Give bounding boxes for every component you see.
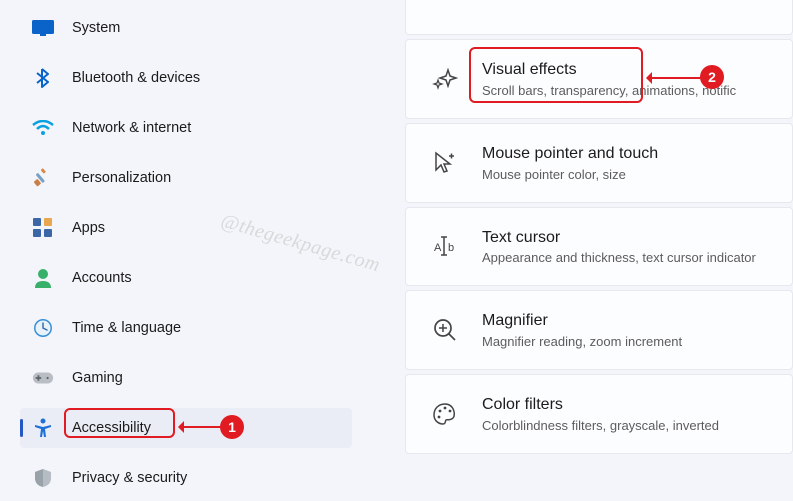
annotation-badge-1: 1	[220, 415, 244, 439]
sidebar-item-label: Apps	[72, 220, 105, 236]
sidebar-item-accessibility[interactable]: Accessibility	[20, 408, 352, 448]
sidebar-item-network[interactable]: Network & internet	[20, 108, 352, 148]
bluetooth-icon	[32, 67, 54, 89]
sidebar-item-system[interactable]: System	[20, 8, 352, 48]
sidebar-item-label: System	[72, 20, 120, 36]
svg-text:b: b	[448, 242, 454, 254]
accounts-icon	[32, 267, 54, 289]
sidebar-item-label: Accessibility	[72, 420, 151, 436]
card-desc: Magnifier reading, zoom increment	[482, 334, 682, 349]
sidebar-item-time[interactable]: Time & language	[20, 308, 352, 348]
sidebar-item-label: Privacy & security	[72, 470, 187, 486]
sidebar-item-bluetooth[interactable]: Bluetooth & devices	[20, 58, 352, 98]
sidebar-item-accounts[interactable]: Accounts	[20, 258, 352, 298]
sidebar-item-label: Bluetooth & devices	[72, 70, 200, 86]
sidebar-item-label: Time & language	[72, 320, 181, 336]
card-title: Text cursor	[482, 228, 756, 249]
main-content: Visual effects Scroll bars, transparency…	[365, 0, 793, 501]
card-magnifier[interactable]: Magnifier Magnifier reading, zoom increm…	[405, 290, 793, 370]
card-desc: Appearance and thickness, text cursor in…	[482, 250, 756, 265]
text-cursor-icon: Ab	[432, 233, 458, 259]
wifi-icon	[32, 117, 54, 139]
card-title: Magnifier	[482, 311, 682, 332]
cursor-icon	[432, 150, 458, 176]
card-title: Color filters	[482, 395, 719, 416]
sidebar-item-label: Personalization	[72, 170, 171, 186]
shield-icon	[32, 467, 54, 489]
card-mouse-pointer[interactable]: Mouse pointer and touch Mouse pointer co…	[405, 123, 793, 203]
paint-icon	[32, 167, 54, 189]
card-desc: Scroll bars, transparency, animations, n…	[482, 83, 736, 98]
apps-icon	[32, 217, 54, 239]
system-icon	[32, 17, 54, 39]
annotation-arrow-2	[647, 77, 701, 79]
sidebar-item-label: Network & internet	[72, 120, 191, 136]
palette-icon	[432, 401, 458, 427]
card-color-filters[interactable]: Color filters Colorblindness filters, gr…	[405, 374, 793, 454]
sidebar-item-personalization[interactable]: Personalization	[20, 158, 352, 198]
gaming-icon	[32, 367, 54, 389]
sidebar-item-gaming[interactable]: Gaming	[20, 358, 352, 398]
clock-icon	[32, 317, 54, 339]
card-title: Mouse pointer and touch	[482, 144, 658, 165]
card-desc: Mouse pointer color, size	[482, 167, 658, 182]
card-text-cursor[interactable]: Ab Text cursor Appearance and thickness,…	[405, 207, 793, 287]
annotation-badge-2: 2	[700, 65, 724, 89]
sidebar-item-apps[interactable]: Apps	[20, 208, 352, 248]
accessibility-icon	[32, 417, 54, 439]
card-visual-effects[interactable]: Visual effects Scroll bars, transparency…	[405, 39, 793, 119]
sidebar-item-privacy[interactable]: Privacy & security	[20, 458, 352, 498]
sparkle-icon	[432, 66, 458, 92]
svg-text:A: A	[434, 242, 442, 254]
sidebar-item-label: Gaming	[72, 370, 123, 386]
magnifier-icon	[432, 317, 458, 343]
sidebar-item-label: Accounts	[72, 270, 132, 286]
card-desc: Colorblindness filters, grayscale, inver…	[482, 418, 719, 433]
annotation-arrow-1	[179, 426, 221, 428]
card-text-size[interactable]	[405, 0, 793, 35]
